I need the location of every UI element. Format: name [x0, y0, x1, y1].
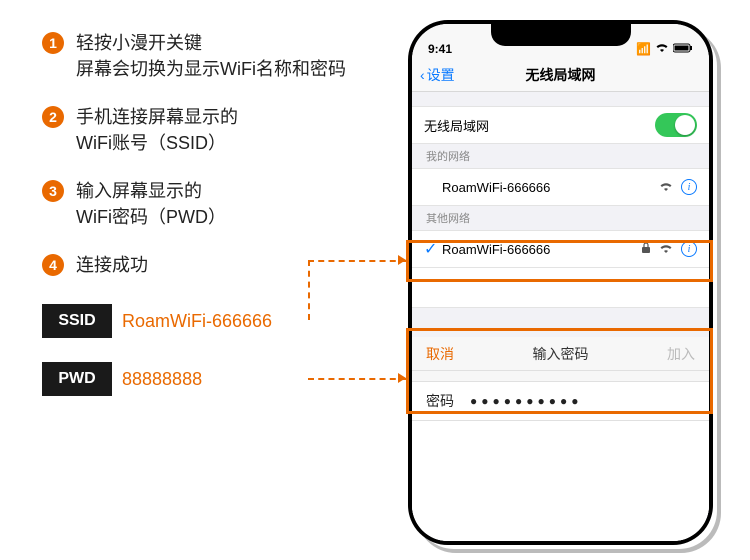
info-icon[interactable]: i — [681, 241, 697, 257]
wifi-toggle[interactable] — [655, 113, 697, 137]
ssid-value: RoamWiFi-666666 — [112, 304, 307, 338]
lock-icon — [641, 242, 651, 257]
pwd-label: PWD — [42, 362, 112, 396]
signal-icon: 📶 — [636, 42, 651, 56]
password-field-label: 密码 — [426, 391, 470, 411]
password-panel-body — [412, 421, 709, 541]
step-badge: 1 — [42, 32, 64, 54]
ssid-label: SSID — [42, 304, 112, 338]
phone-screen: 9:41 📶 ‹ 设置 无线局域网 无线局域网 — [412, 24, 709, 541]
connector-line — [308, 378, 406, 380]
wifi-icon — [655, 42, 669, 56]
ssid-box: SSID RoamWiFi-666666 — [42, 304, 307, 338]
join-button[interactable]: 加入 — [667, 344, 695, 364]
other-network-row[interactable]: ✓ RoamWiFi-666666 i — [412, 230, 709, 268]
network-name: RoamWiFi-666666 — [442, 242, 641, 257]
step-4: 4 连接成功 — [42, 252, 372, 278]
wifi-toggle-row[interactable]: 无线局域网 — [412, 106, 709, 144]
settings-list: 无线局域网 我的网络 RoamWiFi-666666 i 其他网络 ✓ Roam… — [412, 92, 709, 308]
cancel-button[interactable]: 取消 — [426, 344, 454, 364]
step-text: 手机连接屏幕显示的WiFi账号（SSID） — [76, 104, 238, 156]
password-field-row[interactable]: 密码 ●●●●●●●●●● — [412, 381, 709, 421]
arrow-icon — [398, 255, 406, 265]
phone-frame: 9:41 📶 ‹ 设置 无线局域网 无线局域网 — [408, 20, 713, 545]
step-3: 3 输入屏幕显示的WiFi密码（PWD） — [42, 178, 372, 230]
password-panel: 取消 输入密码 加入 密码 ●●●●●●●●●● — [412, 337, 709, 541]
pwd-value: 88888888 — [112, 362, 307, 396]
step-text: 轻按小漫开关键屏幕会切换为显示WiFi名称和密码 — [76, 30, 346, 82]
step-badge: 2 — [42, 106, 64, 128]
connector-line — [308, 260, 310, 320]
password-panel-title: 输入密码 — [533, 344, 589, 364]
status-time: 9:41 — [428, 42, 452, 56]
step-badge: 3 — [42, 180, 64, 202]
info-icon[interactable]: i — [681, 179, 697, 195]
step-1: 1 轻按小漫开关键屏幕会切换为显示WiFi名称和密码 — [42, 30, 372, 82]
connector-line — [308, 260, 406, 262]
section-other-networks: 其他网络 — [412, 206, 709, 230]
battery-icon — [673, 42, 693, 56]
wifi-signal-icon — [659, 242, 673, 257]
step-badge: 4 — [42, 254, 64, 276]
step-text: 连接成功 — [76, 252, 148, 278]
wifi-signal-icon — [659, 180, 673, 195]
password-field-value: ●●●●●●●●●● — [470, 394, 582, 408]
my-network-row[interactable]: RoamWiFi-666666 i — [412, 168, 709, 206]
step-text: 输入屏幕显示的WiFi密码（PWD） — [76, 178, 226, 230]
password-panel-header: 取消 输入密码 加入 — [412, 337, 709, 371]
nav-bar: ‹ 设置 无线局域网 — [412, 58, 709, 92]
step-2: 2 手机连接屏幕显示的WiFi账号（SSID） — [42, 104, 372, 156]
pwd-box: PWD 88888888 — [42, 362, 307, 396]
arrow-icon — [398, 373, 406, 383]
section-my-networks: 我的网络 — [412, 144, 709, 168]
phone-notch — [491, 24, 631, 46]
wifi-toggle-label: 无线局域网 — [424, 116, 489, 135]
nav-title: 无线局域网 — [412, 65, 709, 85]
checkmark-icon: ✓ — [424, 239, 442, 259]
network-name: RoamWiFi-666666 — [442, 180, 659, 195]
